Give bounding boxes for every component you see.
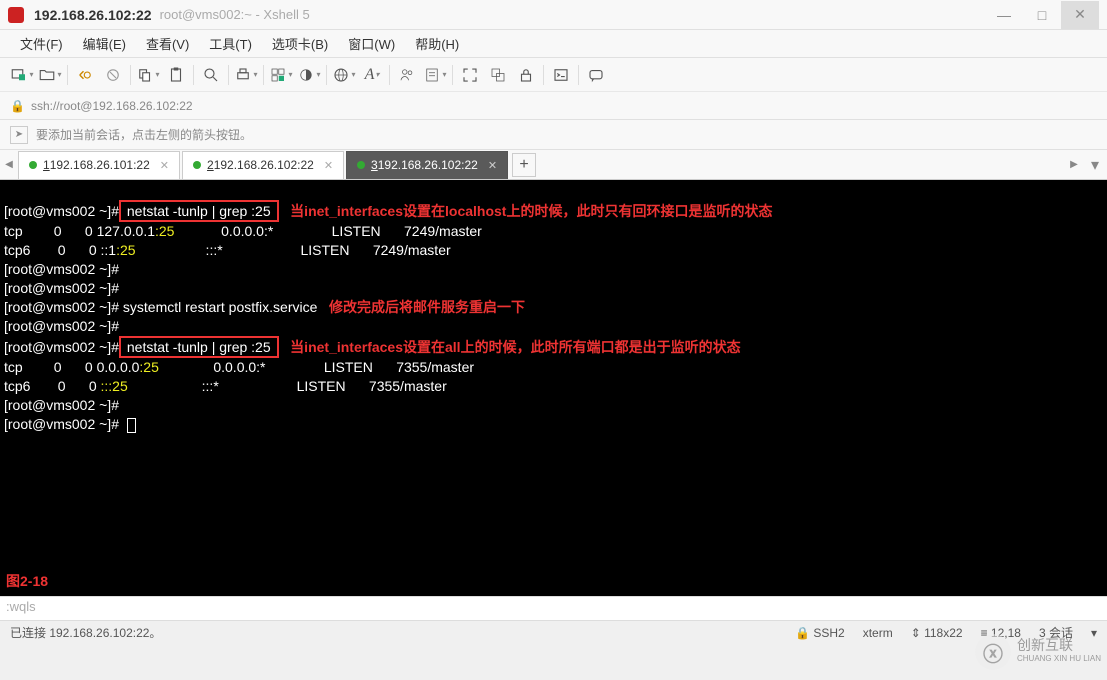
watermark-text: 创新互联 CHUANG XIN HU LIAN — [1017, 638, 1101, 666]
tab-number: 3 — [371, 158, 378, 172]
prompt: [root@vms002 ~]# — [4, 261, 119, 277]
maximize-button[interactable]: □ — [1023, 1, 1061, 29]
watermark-logo-icon: ⓧ — [975, 634, 1011, 670]
menu-tab[interactable]: 选项卡(B) — [262, 30, 338, 57]
title-bar: 192.168.26.102:22 root@vms002:~ - Xshell… — [0, 0, 1107, 30]
annotation-text: 当inet_interfaces设置在localhost上的时候，此时只有回环接… — [279, 203, 773, 219]
app-icon — [8, 7, 24, 23]
output-line: tcp6 0 — [4, 378, 65, 394]
menu-file[interactable]: 文件(F) — [10, 30, 73, 57]
window-title-sub: root@vms002:~ - Xshell 5 — [160, 7, 310, 22]
prompt: [root@vms002 ~]# — [4, 416, 119, 432]
close-button[interactable]: ✕ — [1061, 1, 1099, 29]
status-dot-icon — [193, 161, 201, 169]
menu-edit[interactable]: 编辑(E) — [73, 30, 136, 57]
prompt: [root@vms002 ~]# — [4, 280, 119, 296]
color-icon[interactable] — [295, 61, 323, 89]
lock-small-icon: 🔒 — [10, 99, 25, 113]
status-bar: 已连接 192.168.26.102:22。 🔒 SSH2 xterm ⇕ 11… — [0, 620, 1107, 644]
lock-icon[interactable] — [512, 61, 540, 89]
output-line: tcp 0 — [4, 223, 62, 239]
session-tab-3[interactable]: 3 192.168.26.102:22 ✕ — [346, 151, 508, 179]
tab-label: 192.168.26.102:22 — [214, 158, 314, 172]
command-text: systemctl restart postfix.service — [119, 299, 317, 315]
fullscreen-icon[interactable] — [456, 61, 484, 89]
menu-bar: 文件(F) 编辑(E) 查看(V) 工具(T) 选项卡(B) 窗口(W) 帮助(… — [0, 30, 1107, 58]
tab-menu-icon[interactable]: ▾ — [1083, 155, 1107, 175]
tab-number: 1 — [43, 158, 50, 172]
menu-help[interactable]: 帮助(H) — [405, 30, 469, 57]
transparency-icon[interactable] — [484, 61, 512, 89]
disconnect-icon[interactable] — [99, 61, 127, 89]
prompt: [root@vms002 ~]# — [4, 397, 119, 413]
status-dot-icon — [29, 161, 37, 169]
copy-icon[interactable] — [134, 61, 162, 89]
properties-icon[interactable] — [267, 61, 295, 89]
annotation-text: 当inet_interfaces设置在all上的时候，此时所有端口都是出于监听的… — [279, 339, 741, 355]
reconnect-icon[interactable] — [71, 61, 99, 89]
new-session-icon[interactable] — [8, 61, 36, 89]
prompt: [root@vms002 ~]# — [4, 299, 119, 315]
status-ssh: 🔒 SSH2 — [795, 626, 845, 640]
toolbar: A — [0, 58, 1107, 92]
tab-bar: ◀ 1 192.168.26.101:22 ✕ 2 192.168.26.102… — [0, 150, 1107, 180]
search-icon[interactable] — [197, 61, 225, 89]
tab-close-icon[interactable]: ✕ — [324, 159, 333, 172]
prompt: [root@vms002 ~]# — [4, 203, 119, 219]
highlighted-command: netstat -tunlp | grep :25 — [119, 336, 279, 358]
highlighted-command: netstat -tunlp | grep :25 — [119, 200, 279, 222]
status-dot-icon — [357, 161, 365, 169]
tab-scroll-left[interactable]: ◀ — [0, 151, 18, 179]
connection-status: 已连接 192.168.26.102:22。 — [10, 624, 161, 641]
terminal-output[interactable]: [root@vms002 ~]# netstat -tunlp | grep :… — [0, 180, 1107, 596]
minimize-button[interactable]: — — [985, 1, 1023, 29]
hint-bar: ➤ 要添加当前会话，点击左侧的箭头按钮。 — [0, 120, 1107, 150]
session-tab-1[interactable]: 1 192.168.26.101:22 ✕ — [18, 151, 180, 179]
menu-tools[interactable]: 工具(T) — [199, 30, 262, 57]
new-tab-button[interactable]: + — [512, 153, 536, 177]
paste-icon[interactable] — [162, 61, 190, 89]
tab-label: 192.168.26.102:22 — [378, 158, 478, 172]
hint-text: 要添加当前会话，点击左侧的箭头按钮。 — [36, 126, 252, 143]
tab-close-icon[interactable]: ✕ — [488, 159, 497, 172]
address-bar[interactable]: 🔒 ssh://root@192.168.26.102:22 — [0, 92, 1107, 120]
tab-number: 2 — [207, 158, 214, 172]
annotation-text: 修改完成后将邮件服务重启一下 — [317, 299, 525, 315]
prompt: [root@vms002 ~]# — [4, 339, 119, 355]
terminal-icon[interactable] — [547, 61, 575, 89]
help-icon[interactable] — [582, 61, 610, 89]
cursor-icon — [127, 418, 136, 433]
status-size: ⇕ 118x22 — [911, 626, 963, 640]
address-text: ssh://root@192.168.26.102:22 — [31, 99, 193, 113]
tab-close-icon[interactable]: ✕ — [160, 159, 169, 172]
session-tab-2[interactable]: 2 192.168.26.102:22 ✕ — [182, 151, 344, 179]
figure-caption: 图2-18 — [6, 572, 48, 590]
tab-scroll-right[interactable]: ▶ — [1065, 151, 1083, 179]
window-controls: — □ ✕ — [985, 1, 1099, 29]
watermark: ⓧ 创新互联 CHUANG XIN HU LIAN — [975, 634, 1101, 670]
output-line: tcp6 0 — [4, 242, 65, 258]
script-icon[interactable] — [421, 61, 449, 89]
open-icon[interactable] — [36, 61, 64, 89]
tab-label: 192.168.26.101:22 — [50, 158, 150, 172]
globe-icon[interactable] — [330, 61, 358, 89]
users-icon[interactable] — [393, 61, 421, 89]
menu-window[interactable]: 窗口(W) — [338, 30, 405, 57]
window-title-main: 192.168.26.102:22 — [34, 7, 152, 23]
status-term: xterm — [863, 626, 893, 640]
output-line: tcp 0 — [4, 359, 62, 375]
add-session-arrow-button[interactable]: ➤ — [10, 126, 28, 144]
font-icon[interactable]: A — [358, 61, 386, 89]
print-icon[interactable] — [232, 61, 260, 89]
menu-view[interactable]: 查看(V) — [136, 30, 199, 57]
prompt: [root@vms002 ~]# — [4, 318, 119, 334]
command-input[interactable]: :wqls — [0, 596, 1107, 620]
